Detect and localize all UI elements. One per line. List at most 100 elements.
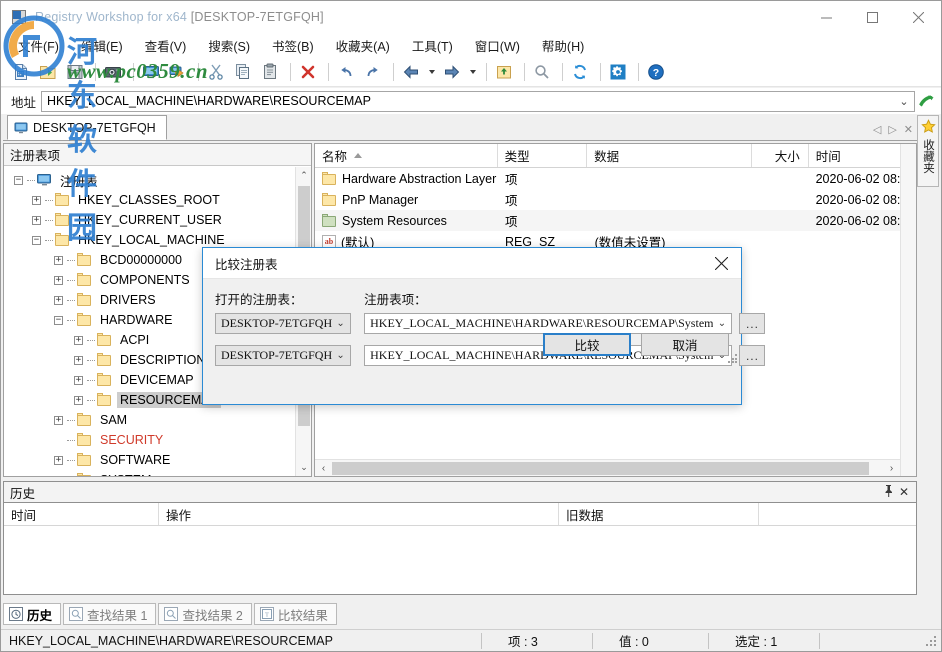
- browse-key-2-button[interactable]: ...: [739, 345, 765, 366]
- menu-favorites[interactable]: 收藏夹(A): [325, 33, 401, 58]
- scrollbar-thumb[interactable]: [332, 462, 869, 475]
- expand-expander-icon[interactable]: +: [54, 276, 63, 285]
- expand-expander-icon[interactable]: +: [32, 196, 41, 205]
- collapse-expander-icon[interactable]: −: [54, 316, 63, 325]
- save-icon[interactable]: [63, 60, 87, 84]
- search-icon[interactable]: [530, 60, 554, 84]
- pin-icon[interactable]: [880, 485, 896, 500]
- expand-expander-icon[interactable]: +: [54, 256, 63, 265]
- column-header-data[interactable]: 数据: [587, 144, 752, 167]
- snapshot-camera-icon[interactable]: [101, 60, 125, 84]
- chevron-down-icon[interactable]: ⌄: [713, 318, 730, 329]
- registry-key-1-combobox[interactable]: HKEY_LOCAL_MACHINE\HARDWARE\RESOURCEMAP\…: [364, 313, 732, 334]
- address-input[interactable]: HKEY_LOCAL_MACHINE\HARDWARE\RESOURCEMAP: [47, 94, 896, 108]
- menu-search[interactable]: 搜索(S): [197, 33, 261, 58]
- list-horizontal-scrollbar[interactable]: ‹ ›: [315, 459, 900, 476]
- cancel-button[interactable]: 取消: [641, 333, 729, 356]
- scroll-down-arrow-icon[interactable]: ⌄: [296, 459, 312, 476]
- expand-expander-icon[interactable]: +: [54, 476, 63, 477]
- scrollbar-track[interactable]: [332, 462, 883, 475]
- menu-view[interactable]: 查看(V): [134, 33, 198, 58]
- menu-file[interactable]: 文件(F): [7, 33, 70, 58]
- expand-expander-icon[interactable]: +: [74, 376, 83, 385]
- back-icon[interactable]: [399, 60, 423, 84]
- chevron-down-icon[interactable]: ⌄: [332, 318, 349, 329]
- tree-node-security[interactable]: SECURITY: [4, 430, 311, 450]
- bottom-tab-history[interactable]: 历史: [3, 603, 61, 625]
- redo-icon[interactable]: [361, 60, 385, 84]
- source-registry-2-combobox[interactable]: DESKTOP-7ETGFQH ⌄: [215, 345, 351, 366]
- resize-grip[interactable]: [926, 636, 938, 648]
- favorites-go-icon[interactable]: [917, 90, 937, 112]
- expand-expander-icon[interactable]: +: [54, 456, 63, 465]
- remote-computer-icon[interactable]: [166, 60, 190, 84]
- source-registry-1-combobox[interactable]: DESKTOP-7ETGFQH ⌄: [215, 313, 351, 334]
- table-row[interactable]: System Resources 项 2020-06-02 08:: [315, 210, 916, 231]
- chevron-down-icon[interactable]: ⌄: [332, 350, 349, 361]
- menu-edit[interactable]: 编辑(E): [70, 33, 134, 58]
- maximize-button[interactable]: [849, 1, 895, 33]
- browse-key-1-button[interactable]: ...: [739, 313, 765, 334]
- chevron-down-icon[interactable]: ⌄: [896, 95, 912, 108]
- bottom-tab-find-result-1[interactable]: 查找结果 1: [63, 603, 156, 625]
- dialog-close-button[interactable]: [701, 248, 741, 279]
- expand-expander-icon[interactable]: +: [54, 296, 63, 305]
- column-header-type[interactable]: 类型: [498, 144, 588, 167]
- menu-tools[interactable]: 工具(T): [401, 33, 464, 58]
- bottom-tab-compare-result[interactable]: T 比较结果: [254, 603, 337, 625]
- tree-node-hkey-classes-root[interactable]: + HKEY_CLASSES_ROOT: [4, 190, 311, 210]
- expand-expander-icon[interactable]: +: [74, 396, 83, 405]
- table-row[interactable]: PnP Manager 项 2020-06-02 08:: [315, 189, 916, 210]
- new-file-icon[interactable]: [9, 60, 33, 84]
- menu-help[interactable]: 帮助(H): [531, 33, 595, 58]
- close-icon[interactable]: ✕: [896, 485, 912, 499]
- local-computer-icon[interactable]: [139, 60, 163, 84]
- up-level-icon[interactable]: [492, 60, 516, 84]
- history-column-time[interactable]: 时间: [4, 503, 159, 525]
- collapse-expander-icon[interactable]: −: [32, 236, 41, 245]
- undo-icon[interactable]: [334, 60, 358, 84]
- menu-window[interactable]: 窗口(W): [464, 33, 531, 58]
- history-column-olddata[interactable]: 旧数据: [559, 503, 759, 525]
- forward-icon[interactable]: [440, 60, 464, 84]
- close-button[interactable]: [895, 1, 941, 33]
- paste-icon[interactable]: [258, 60, 282, 84]
- favorites-rail[interactable]: 收藏夹: [917, 115, 939, 187]
- menu-bookmark[interactable]: 书签(B): [261, 33, 325, 58]
- forward-dropdown-arrow[interactable]: [467, 60, 479, 84]
- tree-node-hkey-current-user[interactable]: + HKEY_CURRENT_USER: [4, 210, 311, 230]
- minimize-button[interactable]: [803, 1, 849, 33]
- column-header-name[interactable]: 名称: [315, 144, 498, 167]
- tree-node-sam[interactable]: + SAM: [4, 410, 311, 430]
- column-header-size[interactable]: 大小: [752, 144, 809, 167]
- cut-icon[interactable]: [204, 60, 228, 84]
- expand-expander-icon[interactable]: +: [74, 336, 83, 345]
- help-icon[interactable]: ?: [644, 60, 668, 84]
- refresh-icon[interactable]: [568, 60, 592, 84]
- tree-node-registry[interactable]: − 注册表: [4, 170, 311, 190]
- tab-prev-button[interactable]: ◁: [873, 123, 881, 136]
- open-folder-icon[interactable]: [36, 60, 60, 84]
- tree-node-system[interactable]: + SYSTEM: [4, 470, 311, 476]
- tab-close-button[interactable]: ✕: [904, 123, 913, 136]
- scroll-right-arrow-icon[interactable]: ›: [883, 463, 900, 474]
- tab-next-button[interactable]: ▷: [888, 123, 896, 136]
- settings-gear-icon[interactable]: [606, 60, 630, 84]
- compare-button[interactable]: 比较: [543, 333, 631, 356]
- expand-expander-icon[interactable]: +: [54, 416, 63, 425]
- collapse-expander-icon[interactable]: −: [14, 176, 23, 185]
- expand-expander-icon[interactable]: +: [74, 356, 83, 365]
- address-combobox[interactable]: HKEY_LOCAL_MACHINE\HARDWARE\RESOURCEMAP …: [41, 91, 915, 112]
- scroll-left-arrow-icon[interactable]: ‹: [315, 463, 332, 474]
- tab-desktop-7etgfqh[interactable]: DESKTOP-7ETGFQH: [7, 115, 167, 140]
- table-row[interactable]: Hardware Abstraction Layer 项 2020-06-02 …: [315, 168, 916, 189]
- bottom-tab-find-result-2[interactable]: 查找结果 2: [158, 603, 251, 625]
- list-vertical-scrollbar[interactable]: [900, 144, 916, 476]
- expand-expander-icon[interactable]: +: [32, 216, 41, 225]
- copy-icon[interactable]: [231, 60, 255, 84]
- tree-node-software[interactable]: + SOFTWARE: [4, 450, 311, 470]
- back-dropdown-arrow[interactable]: [426, 60, 438, 84]
- scroll-up-arrow-icon[interactable]: ⌃: [296, 167, 312, 184]
- history-column-action[interactable]: 操作: [159, 503, 559, 525]
- delete-icon[interactable]: [296, 60, 320, 84]
